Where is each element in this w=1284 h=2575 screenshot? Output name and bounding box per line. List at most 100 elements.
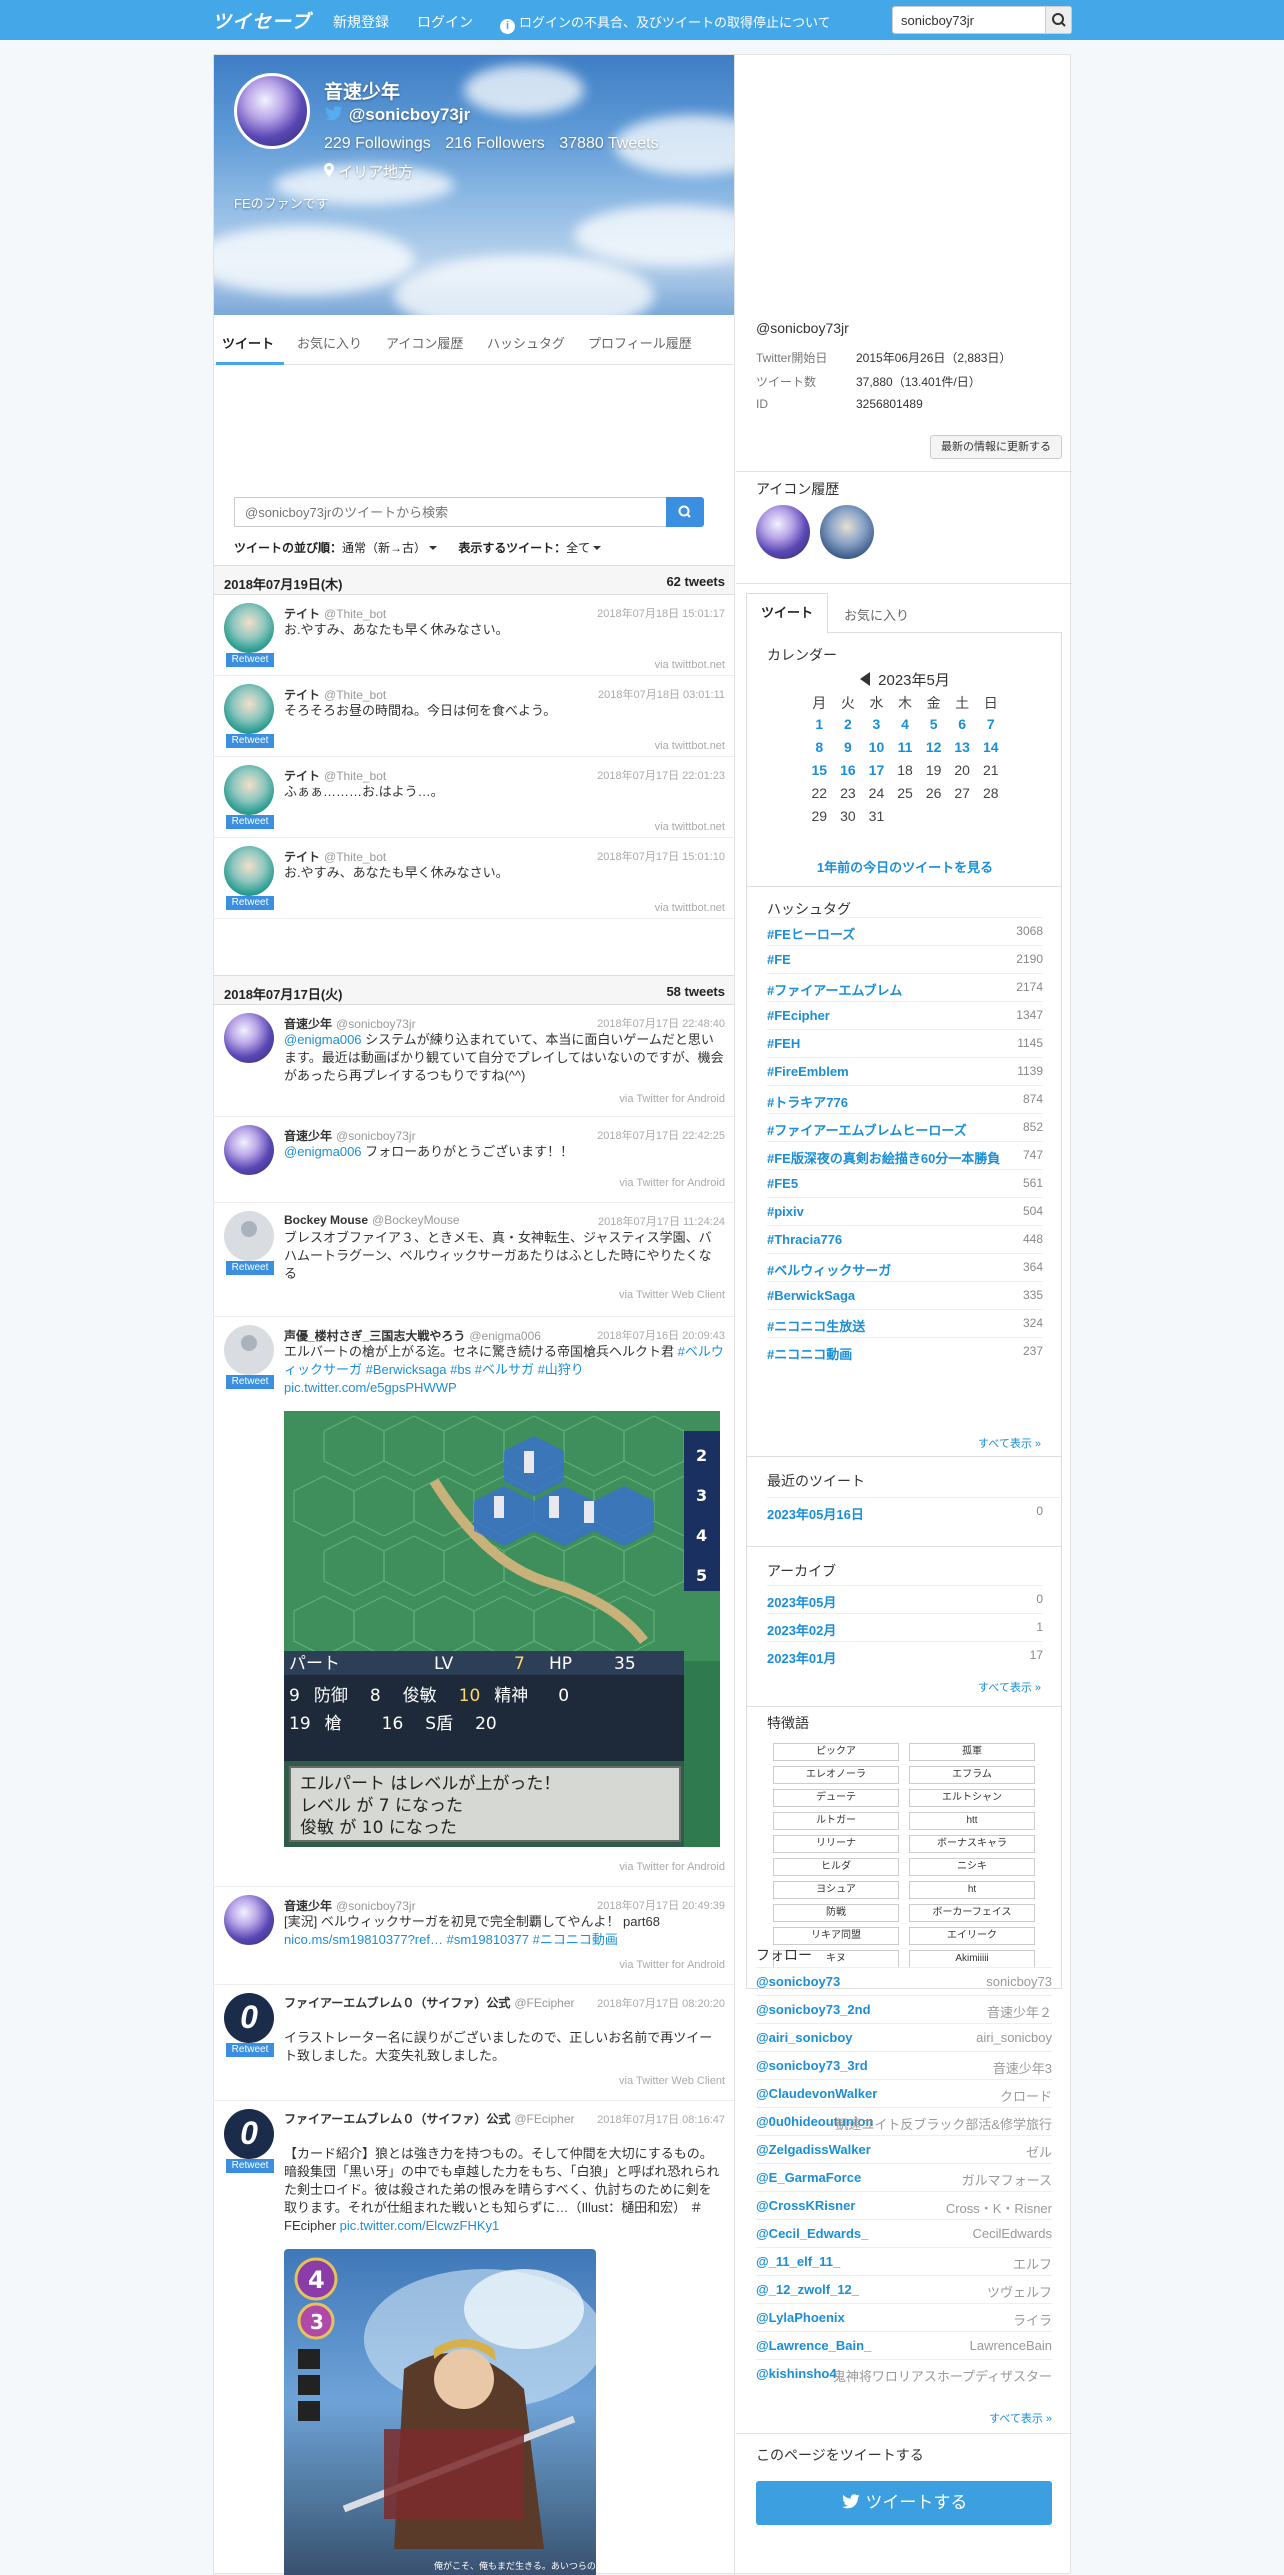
notice-link[interactable]: i ログインの不具合、及びツイートの取得停止について <box>500 12 831 34</box>
mention-link[interactable]: @enigma006 <box>284 1144 362 1159</box>
profile-handle[interactable]: @sonicboy73jr <box>324 105 470 125</box>
tweets-count[interactable]: 37880 Tweets <box>559 135 658 152</box>
tweet-time[interactable]: 2018年07月18日 03:01:11 <box>598 686 725 702</box>
followings-count[interactable]: 229 Followings <box>324 135 431 152</box>
tweet-avatar[interactable] <box>224 1993 274 2043</box>
keyword-chip[interactable]: 防戦 <box>773 1904 899 1922</box>
hashtag-row[interactable]: #トラキア776 874 <box>767 1085 1043 1113</box>
hashtag-row[interactable]: #FireEmblem 1139 <box>767 1057 1043 1085</box>
hashtag-row[interactable]: #pixiv 504 <box>767 1197 1043 1225</box>
tweet-avatar[interactable] <box>224 1125 274 1175</box>
calendar-day[interactable]: 3 <box>862 716 891 739</box>
follow-row[interactable]: @sonicboy73_2nd 音速少年２ <box>756 1995 1052 2023</box>
tweet-avatar[interactable] <box>224 765 274 815</box>
tweet-image[interactable]: 2 3 4 5 パート LV 7 HP 35 9 防御 8 俊敏 10 精神 0 19 槍 16… <box>284 1411 720 1847</box>
tweet-author[interactable]: 音速少年 @sonicboy73jr <box>284 1015 416 1032</box>
follow-row[interactable]: @_12_zwolf_12_ ツヴェルフ <box>756 2275 1052 2303</box>
archive-row[interactable]: 2023年02月 1 <box>767 1613 1043 1641</box>
register-link[interactable]: 新規登録 <box>333 12 389 32</box>
keyword-chip[interactable]: Akimiiiii <box>909 1950 1035 1968</box>
profile-avatar[interactable] <box>234 73 310 149</box>
calendar-day[interactable]: 5 <box>919 716 948 739</box>
hashtag-row[interactable]: #FEヒーローズ 3068 <box>767 917 1043 945</box>
calendar-day[interactable]: 4 <box>891 716 920 739</box>
calendar-day[interactable]: 10 <box>862 739 891 762</box>
recent-row[interactable]: 2023年05月16日 0 <box>767 1497 1063 1525</box>
hashtag-row[interactable]: #ファイアーエムブレム 2174 <box>767 973 1043 1001</box>
follow-row[interactable]: @E_GarmaForce ガルマフォース <box>756 2163 1052 2191</box>
top-search-input[interactable] <box>893 7 1043 33</box>
follow-row[interactable]: @0u0hideoutunion 凱遠ユイト反ブラック部活&修学旅行 <box>756 2107 1052 2135</box>
tweet-avatar[interactable] <box>224 603 274 653</box>
calendar-day[interactable]: 17 <box>862 762 891 785</box>
tweet-author[interactable]: テイト @Thite_bot <box>284 686 386 703</box>
keyword-chip[interactable]: ルトガー <box>773 1812 899 1830</box>
keyword-chip[interactable]: リリーナ <box>773 1835 899 1853</box>
follow-row[interactable]: @airi_sonicboy airi_sonicboy <box>756 2023 1052 2051</box>
calendar-day[interactable]: 2 <box>834 716 863 739</box>
archive-row[interactable]: 2023年05月 0 <box>767 1585 1043 1613</box>
tweet-image[interactable]: 4 3 俺がこそ、俺もまだ生きる。あいつらの仇を手に取るに「…」 遣い狼の牙 <box>284 2249 596 2575</box>
calendar-day[interactable]: 13 <box>948 739 977 762</box>
tweet-avatar[interactable] <box>224 1013 274 1063</box>
tweet-author[interactable]: 音速少年 @sonicboy73jr <box>284 1897 416 1914</box>
calendar-day[interactable]: 8 <box>805 739 834 762</box>
calendar-day[interactable]: 6 <box>948 716 977 739</box>
tweet-search-button[interactable] <box>666 497 704 527</box>
keyword-chip[interactable]: ボーナスキャラ <box>909 1835 1035 1853</box>
tweet-time[interactable]: 2018年07月17日 15:01:10 <box>597 848 725 864</box>
hashtag-row[interactable]: #ニコニコ動画 237 <box>767 1337 1043 1365</box>
keyword-chip[interactable]: ニシキ <box>909 1858 1035 1876</box>
keyword-chip[interactable]: htt <box>909 1812 1035 1830</box>
hashtag-see-all[interactable]: すべて表示 » <box>978 1435 1041 1451</box>
tweet-author[interactable]: テイト @Thite_bot <box>284 848 386 865</box>
follow-row[interactable]: @_11_elf_11_ エルフ <box>756 2247 1052 2275</box>
follow-row[interactable]: @Lawrence_Bain_ LawrenceBain <box>756 2331 1052 2359</box>
hashtag-row[interactable]: #BerwickSaga 335 <box>767 1281 1043 1309</box>
archive-see-all[interactable]: すべて表示 » <box>978 1679 1041 1695</box>
tweet-time[interactable]: 2018年07月17日 08:16:47 <box>597 2111 725 2127</box>
hashtag-row[interactable]: #FE5 561 <box>767 1169 1043 1197</box>
follow-row[interactable]: @sonicboy73_3rd 音速少年3 <box>756 2051 1052 2079</box>
video-link[interactable]: nico.ms/sm19810377?ref… #sm19810377 #ニコニ… <box>284 1932 618 1947</box>
calendar-day[interactable]: 7 <box>976 716 1005 739</box>
follow-row[interactable]: @CrossKRisner Cross・K・Risner <box>756 2191 1052 2219</box>
sidebar-tab-tweets[interactable]: ツイート <box>746 593 828 634</box>
mention-link[interactable]: @enigma006 <box>284 1032 362 1047</box>
follow-row[interactable]: @Cecil_Edwards_ CecilEdwards <box>756 2219 1052 2247</box>
tab-profile-history[interactable]: プロフィール履歴 <box>588 333 692 352</box>
keyword-chip[interactable]: ヨシュア <box>773 1881 899 1899</box>
tweet-author[interactable]: Bockey Mouse @BockeyMouse <box>284 1213 460 1227</box>
follow-row[interactable]: @sonicboy73 sonicboy73 <box>756 1967 1052 1995</box>
icon-history-item[interactable] <box>756 505 810 559</box>
tab-favorites[interactable]: お気に入り <box>297 333 362 352</box>
tweet-author[interactable]: テイト @Thite_bot <box>284 605 386 622</box>
tweet-time[interactable]: 2018年07月18日 15:01:17 <box>597 605 725 621</box>
keyword-chip[interactable]: エフラム <box>909 1766 1035 1784</box>
keyword-chip[interactable]: エルトシャン <box>909 1789 1035 1807</box>
sidebar-tab-favorites[interactable]: お気に入り <box>844 605 909 624</box>
tweet-time[interactable]: 2018年07月17日 08:20:20 <box>597 1995 725 2011</box>
keyword-chip[interactable]: リキア同盟 <box>773 1927 899 1945</box>
calendar-day[interactable]: 12 <box>919 739 948 762</box>
hashtag-row[interactable]: #Thracia776 448 <box>767 1225 1043 1253</box>
keyword-chip[interactable]: エイリーク <box>909 1927 1035 1945</box>
follow-row[interactable]: @ZelgadissWalker ゼル <box>756 2135 1052 2163</box>
hashtag-row[interactable]: #ベルウィックサーガ 364 <box>767 1253 1043 1281</box>
hashtag-row[interactable]: #FE版深夜の真剣お絵描き60分一本勝負 747 <box>767 1141 1043 1169</box>
keyword-chip[interactable]: ht <box>909 1881 1035 1899</box>
keyword-chip[interactable]: エレオノーラ <box>773 1766 899 1784</box>
calendar-day[interactable]: 15 <box>805 762 834 785</box>
follow-row[interactable]: @kishinsho4 鬼神将ワロリアスホープディザスター <box>756 2359 1052 2387</box>
tweet-avatar[interactable] <box>224 1211 274 1261</box>
hashtag-row[interactable]: #FEcipher 1347 <box>767 1001 1043 1029</box>
keyword-chip[interactable]: ピックア <box>773 1743 899 1761</box>
follow-see-all[interactable]: すべて表示 » <box>989 2410 1052 2426</box>
tweet-author[interactable]: テイト @Thite_bot <box>284 767 386 784</box>
calendar-day[interactable]: 1 <box>805 716 834 739</box>
tweet-time[interactable]: 2018年07月16日 20:09:43 <box>597 1327 725 1343</box>
tweet-time[interactable]: 2018年07月17日 22:42:25 <box>597 1127 725 1143</box>
tweet-time[interactable]: 2018年07月17日 20:49:39 <box>597 1897 725 1913</box>
tweet-time[interactable]: 2018年07月17日 11:24:24 <box>598 1213 725 1229</box>
followers-count[interactable]: 216 Followers <box>445 135 545 152</box>
